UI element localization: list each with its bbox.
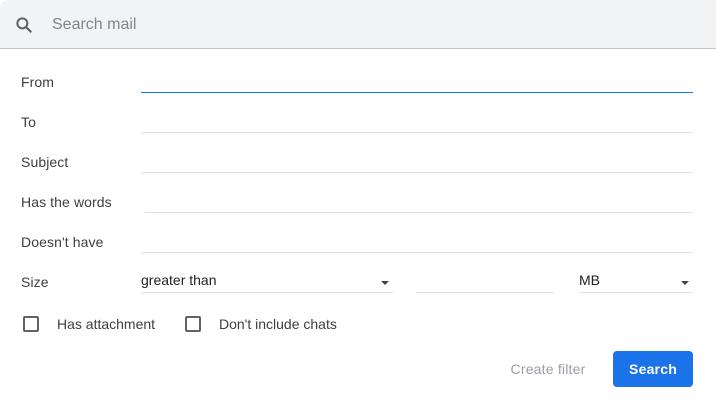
to-row: To [21, 108, 693, 138]
dropdown-caret-icon [681, 281, 689, 285]
from-label: From [21, 74, 55, 90]
size-row: Size greater than MB [21, 268, 693, 298]
search-icon[interactable] [14, 15, 34, 35]
to-label: To [21, 114, 36, 130]
search-bar [0, 0, 716, 49]
subject-row: Subject [21, 148, 693, 178]
doesnt-have-input[interactable] [141, 228, 693, 253]
dont-include-chats-option[interactable]: Don't include chats [185, 314, 337, 334]
from-input[interactable] [141, 68, 693, 93]
subject-label: Subject [21, 154, 69, 170]
has-attachment-label: Has attachment [57, 316, 156, 332]
size-unit-select[interactable]: MB [579, 268, 693, 293]
has-attachment-option[interactable]: Has attachment [23, 314, 155, 334]
dont-include-chats-checkbox[interactable] [185, 316, 201, 332]
from-row: From [21, 68, 693, 98]
size-label: Size [21, 274, 49, 290]
dont-include-chats-label: Don't include chats [219, 316, 337, 332]
doesnt-have-row: Doesn't have [21, 228, 693, 258]
search-button[interactable]: Search [613, 351, 693, 387]
search-input[interactable] [52, 14, 652, 36]
size-comparison-select[interactable]: greater than [141, 268, 393, 293]
has-words-input[interactable] [145, 188, 693, 213]
has-attachment-checkbox[interactable] [23, 316, 39, 332]
dropdown-caret-icon [381, 281, 389, 285]
subject-input[interactable] [141, 148, 693, 173]
size-amount-input[interactable] [416, 268, 554, 293]
to-input[interactable] [141, 108, 693, 133]
size-unit-value: MB [579, 272, 600, 288]
doesnt-have-label: Doesn't have [21, 234, 104, 250]
has-words-row: Has the words [21, 188, 693, 218]
has-words-label: Has the words [21, 194, 112, 210]
create-filter-button[interactable]: Create filter [496, 352, 600, 386]
size-comparison-value: greater than [141, 272, 217, 288]
advanced-search-panel: From To Subject Has the words Doesn't ha… [0, 0, 716, 409]
